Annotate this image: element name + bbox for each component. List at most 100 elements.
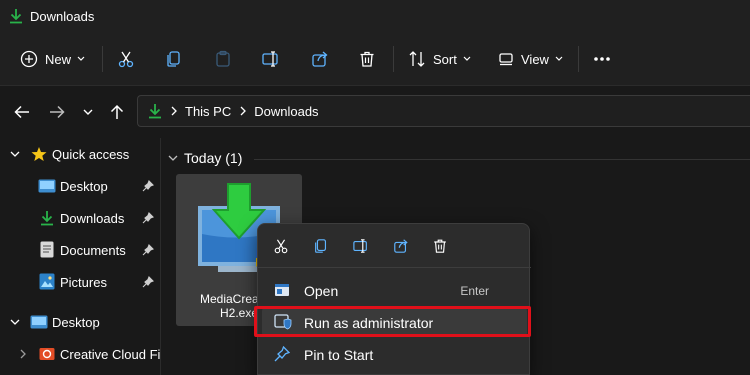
- clipboard-icon: [216, 50, 230, 67]
- scissors-icon: [118, 51, 134, 68]
- delete-button[interactable]: [357, 44, 377, 74]
- downloads-icon: [9, 8, 23, 29]
- paste-button[interactable]: [213, 44, 233, 74]
- sidebar-item-label: Documents: [60, 243, 126, 258]
- sidebar-item-downloads[interactable]: Downloads: [0, 204, 160, 232]
- documents-icon: [40, 241, 54, 258]
- command-bar: New Sort View: [0, 32, 750, 86]
- menu-item-label: Open: [304, 283, 339, 299]
- forward-button[interactable]: [47, 102, 67, 122]
- sidebar-item-label: Downloads: [60, 211, 125, 226]
- sidebar-item-documents[interactable]: Documents: [0, 236, 160, 264]
- pin-icon: [142, 276, 154, 288]
- view-button[interactable]: View: [498, 44, 563, 74]
- rename-button[interactable]: [261, 44, 281, 74]
- downloads-icon: [41, 211, 53, 226]
- share-icon: [312, 51, 328, 67]
- sidebar-item-creative-cloud[interactable]: Creative Cloud File: [0, 340, 171, 368]
- toolbar-divider: [393, 46, 394, 72]
- breadcrumb-this-pc[interactable]: This PC: [185, 104, 231, 119]
- arrow-right-icon: [50, 105, 65, 119]
- sort-label: Sort: [433, 51, 457, 67]
- open-window-icon: [275, 284, 289, 296]
- sidebar-item-desktop-root[interactable]: Desktop: [0, 308, 160, 336]
- more-options-button[interactable]: [592, 44, 612, 74]
- star-icon: [31, 147, 47, 161]
- menu-item-open[interactable]: Open Enter: [262, 275, 527, 305]
- pin-icon: [142, 180, 154, 192]
- view-label: View: [521, 51, 549, 67]
- sidebar-item-label: Desktop: [52, 315, 100, 330]
- group-header[interactable]: Today (1): [168, 150, 242, 166]
- delete-button[interactable]: [430, 236, 450, 256]
- scissors-icon: [274, 239, 288, 254]
- sidebar-item-label: Quick access: [52, 147, 130, 162]
- sidebar-item-desktop[interactable]: Desktop: [0, 172, 160, 200]
- chevron-down-icon: [463, 56, 471, 61]
- address-bar[interactable]: This PC Downloads: [137, 95, 750, 127]
- chevron-right-icon: [171, 106, 177, 116]
- sidebar-item-label: Pictures: [60, 275, 107, 290]
- plus-circle-icon: [20, 50, 38, 68]
- recent-locations-button[interactable]: [78, 102, 98, 122]
- new-label: New: [45, 51, 72, 67]
- share-button[interactable]: [391, 236, 411, 256]
- group-header-label: Today (1): [184, 150, 243, 166]
- creative-cloud-icon: [39, 348, 55, 360]
- menu-item-pin-to-start[interactable]: Pin to Start: [262, 339, 527, 369]
- menu-item-shortcut: Enter: [460, 284, 489, 298]
- breadcrumb-downloads[interactable]: Downloads: [254, 104, 318, 119]
- window-title: Downloads: [30, 9, 95, 24]
- view-icon: [499, 53, 513, 66]
- cut-button[interactable]: [271, 236, 291, 256]
- rename-icon: [262, 51, 278, 67]
- new-button[interactable]: New: [20, 44, 85, 74]
- sidebar-item-label: Creative Cloud File: [60, 347, 171, 362]
- pin-icon: [142, 212, 154, 224]
- sidebar-item-pictures[interactable]: Pictures: [0, 268, 160, 296]
- sort-button[interactable]: Sort: [408, 44, 471, 74]
- toolbar-divider: [578, 46, 579, 72]
- chevron-down-icon: [168, 155, 178, 161]
- share-button[interactable]: [310, 44, 330, 74]
- back-button[interactable]: [12, 102, 32, 122]
- sort-icon: [409, 51, 425, 67]
- pin-icon: [274, 346, 290, 362]
- annotation-highlight-box: [254, 306, 531, 337]
- desktop-folder-icon: [38, 179, 56, 193]
- chevron-down-icon: [10, 151, 20, 157]
- rename-icon: [353, 239, 367, 253]
- arrow-left-icon: [14, 105, 29, 119]
- navigation-pane: Quick access Desktop Downloads Documents…: [0, 138, 171, 375]
- title-bar: Downloads: [0, 0, 750, 32]
- copy-icon: [315, 239, 327, 253]
- share-icon: [394, 239, 408, 253]
- chevron-down-icon: [10, 319, 20, 325]
- pictures-icon: [39, 273, 55, 290]
- chevron-right-icon: [20, 349, 26, 359]
- trash-icon: [360, 51, 374, 67]
- group-divider: [254, 159, 750, 160]
- context-menu-quick-actions: [258, 224, 531, 268]
- more-icon: [594, 57, 610, 61]
- arrow-up-icon: [110, 104, 124, 119]
- context-menu: Open Enter Run as administrator Pin to S…: [257, 223, 531, 375]
- sidebar-item-quick-access[interactable]: Quick access: [0, 140, 160, 168]
- menu-item-label: Pin to Start: [304, 347, 374, 363]
- pin-icon: [142, 244, 154, 256]
- downloads-icon: [149, 104, 161, 119]
- chevron-down-icon: [555, 56, 563, 61]
- copy-icon: [167, 51, 180, 67]
- chevron-right-icon: [240, 106, 247, 116]
- sidebar-item-label: Desktop: [60, 179, 108, 194]
- chevron-down-icon: [83, 109, 93, 115]
- copy-button[interactable]: [164, 44, 184, 74]
- rename-button[interactable]: [351, 236, 371, 256]
- desktop-folder-icon: [30, 315, 48, 329]
- up-button[interactable]: [107, 102, 127, 122]
- cut-button[interactable]: [116, 44, 136, 74]
- chevron-down-icon: [77, 56, 85, 61]
- trash-icon: [434, 239, 446, 253]
- copy-button[interactable]: [311, 236, 331, 256]
- toolbar-divider: [102, 46, 103, 72]
